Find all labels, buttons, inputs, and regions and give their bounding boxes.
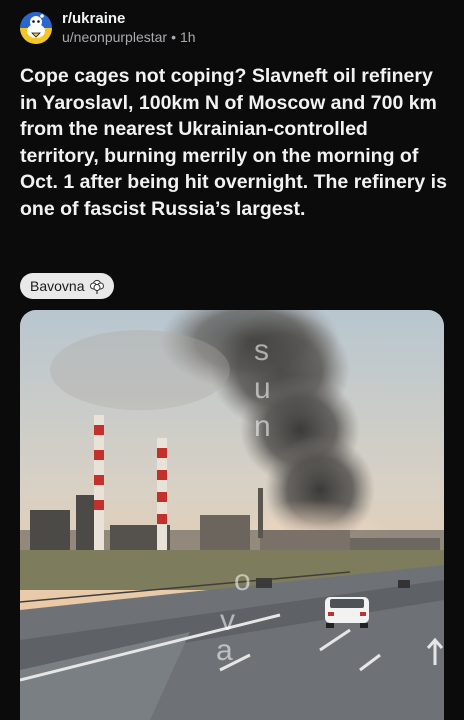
watermark-letter: v [220,604,235,637]
post-meta: r/ukraine u/neonpurplestar • 1h [62,9,196,47]
watermark: s u n o v a [216,334,271,667]
flair-label: Bavovna [30,278,85,294]
watermark-letter: s [254,334,269,367]
watermark-letter: u [254,372,271,405]
subreddit-name[interactable]: r/ukraine [62,9,196,28]
byline: u/neonpurplestar • 1h [62,28,196,47]
watermark-letter: n [254,410,271,443]
post-video[interactable]: s u n o v a [20,310,444,720]
post-header: r/ukraine u/neonpurplestar • 1h [20,6,196,50]
byline-separator: • [171,29,176,45]
watermark-letter: o [234,564,251,597]
subreddit-avatar[interactable] [20,12,52,44]
watermark-letter: a [216,634,233,667]
ukraine-snoo-icon [20,12,52,44]
cotton-icon [90,279,105,294]
post-flair[interactable]: Bavovna [20,273,115,299]
post-age: 1h [179,29,196,45]
author-name[interactable]: u/neonpurplestar [62,29,167,45]
post-title[interactable]: Cope cages not coping? Slavneft oil refi… [20,63,448,222]
